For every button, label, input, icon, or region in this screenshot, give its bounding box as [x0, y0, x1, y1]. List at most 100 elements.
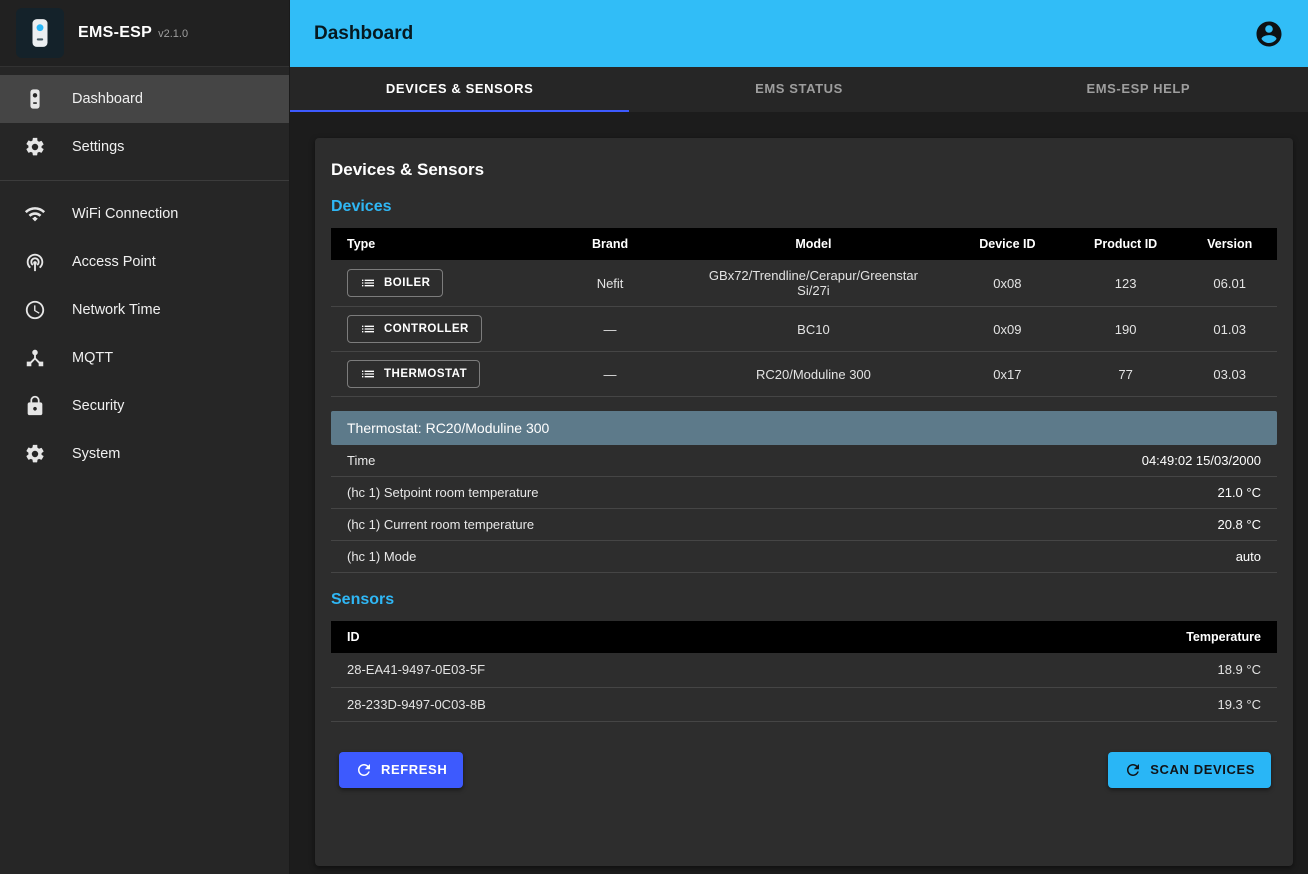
- clock-icon: [24, 299, 46, 321]
- refresh-icon: [355, 761, 373, 779]
- scan-devices-button-label: SCAN DEVICES: [1150, 762, 1255, 777]
- device-type-label: CONTROLLER: [384, 323, 469, 335]
- col-header-device-id: Device ID: [946, 228, 1069, 260]
- card-title: Devices & Sensors: [331, 160, 1277, 180]
- detail-label: (hc 1) Current room temperature: [347, 517, 534, 532]
- gear-icon: [24, 136, 46, 158]
- device-id: 0x08: [946, 260, 1069, 307]
- tab-devices-sensors[interactable]: DEVICES & SENSORS: [290, 67, 629, 112]
- sidebar-item-wifi-connection[interactable]: WiFi Connection: [0, 190, 289, 238]
- detail-value: 04:49:02 15/03/2000: [1142, 453, 1261, 468]
- app-title: EMS-ESP: [78, 24, 152, 41]
- devices-sensors-card: Devices & Sensors Devices Type Brand Mod…: [315, 138, 1293, 866]
- content-column: Dashboard DEVICES & SENSORS EMS STATUS E…: [290, 0, 1308, 874]
- sidebar-item-mqtt[interactable]: MQTT: [0, 334, 289, 382]
- col-header-product-id: Product ID: [1069, 228, 1183, 260]
- sidebar-item-access-point[interactable]: Access Point: [0, 238, 289, 286]
- app-title-block: EMS-ESP v2.1.0: [78, 24, 188, 42]
- sidebar-item-label: MQTT: [72, 350, 113, 366]
- actions-bar: REFRESH SCAN DEVICES: [331, 752, 1277, 788]
- table-row: BOILER Nefit GBx72/Trendline/Cerapur/Gre…: [331, 260, 1277, 307]
- sensors-heading: Sensors: [331, 591, 1277, 609]
- sensor-id: 28-EA41-9497-0E03-5F: [331, 653, 913, 687]
- sidebar-item-label: Access Point: [72, 254, 156, 270]
- col-header-type: Type: [331, 228, 539, 260]
- account-circle-icon: [1254, 19, 1284, 49]
- device-model: RC20/Moduline 300: [681, 352, 946, 397]
- gear-icon: [24, 443, 46, 465]
- device-type-button-controller[interactable]: CONTROLLER: [347, 315, 482, 343]
- devices-heading: Devices: [331, 198, 1277, 216]
- device-model: GBx72/Trendline/Cerapur/Greenstar Si/27i: [681, 260, 946, 307]
- tab-ems-status[interactable]: EMS STATUS: [629, 67, 968, 112]
- sidebar-item-system[interactable]: System: [0, 430, 289, 478]
- detail-value: auto: [1236, 549, 1261, 564]
- col-header-temperature: Temperature: [913, 621, 1277, 653]
- col-header-sensor-id: ID: [331, 621, 913, 653]
- device-model: BC10: [681, 307, 946, 352]
- sidebar: EMS-ESP v2.1.0 Dashboard Settings WiFi Co…: [0, 0, 290, 874]
- detail-value: 21.0 °C: [1217, 485, 1261, 500]
- device-type-button-boiler[interactable]: BOILER: [347, 269, 443, 297]
- refresh-icon: [1124, 761, 1142, 779]
- app-root: EMS-ESP v2.1.0 Dashboard Settings WiFi Co…: [0, 0, 1308, 874]
- sidebar-nav: Dashboard Settings WiFi Connection Acces…: [0, 67, 289, 478]
- device-brand: —: [539, 307, 681, 352]
- device-type-label: THERMOSTAT: [384, 368, 467, 380]
- device-version: 01.03: [1182, 307, 1277, 352]
- sensor-id: 28-233D-9497-0C03-8B: [331, 687, 913, 721]
- page-body: Devices & Sensors Devices Type Brand Mod…: [290, 112, 1308, 874]
- sidebar-item-label: Settings: [72, 139, 124, 155]
- appbar: Dashboard: [290, 0, 1308, 67]
- product-id: 190: [1069, 307, 1183, 352]
- app-version: v2.1.0: [158, 28, 188, 40]
- sensor-temperature: 18.9 °C: [913, 653, 1277, 687]
- scan-devices-button[interactable]: SCAN DEVICES: [1108, 752, 1271, 788]
- detail-label: (hc 1) Setpoint room temperature: [347, 485, 538, 500]
- refresh-button[interactable]: REFRESH: [339, 752, 463, 788]
- detail-label: Time: [347, 453, 375, 468]
- device-type-label: BOILER: [384, 277, 430, 289]
- list-icon: [360, 366, 376, 382]
- sidebar-item-settings[interactable]: Settings: [0, 123, 289, 171]
- tabbar: DEVICES & SENSORS EMS STATUS EMS-ESP HEL…: [290, 67, 1308, 112]
- col-header-brand: Brand: [539, 228, 681, 260]
- device-version: 03.03: [1182, 352, 1277, 397]
- wifi-icon: [24, 203, 46, 225]
- sidebar-item-network-time[interactable]: Network Time: [0, 286, 289, 334]
- sidebar-item-dashboard[interactable]: Dashboard: [0, 75, 289, 123]
- list-icon: [360, 321, 376, 337]
- sidebar-item-label: Security: [72, 398, 124, 414]
- device-version: 06.01: [1182, 260, 1277, 307]
- sidebar-item-label: Network Time: [72, 302, 161, 318]
- sensor-temperature: 19.3 °C: [913, 687, 1277, 721]
- device-detail-header: Thermostat: RC20/Moduline 300: [331, 411, 1277, 445]
- table-row: CONTROLLER — BC10 0x09 190 01.03: [331, 307, 1277, 352]
- device-detail-list: Time 04:49:02 15/03/2000 (hc 1) Setpoint…: [331, 445, 1277, 573]
- lock-icon: [24, 395, 46, 417]
- detail-label: (hc 1) Mode: [347, 549, 416, 564]
- ems-esp-logo: [16, 8, 64, 58]
- table-row: THERMOSTAT — RC20/Moduline 300 0x17 77 0…: [331, 352, 1277, 397]
- col-header-version: Version: [1182, 228, 1277, 260]
- tab-ems-esp-help[interactable]: EMS-ESP HELP: [969, 67, 1308, 112]
- device-brand: Nefit: [539, 260, 681, 307]
- table-row: 28-233D-9497-0C03-8B 19.3 °C: [331, 687, 1277, 721]
- list-item: (hc 1) Current room temperature 20.8 °C: [331, 509, 1277, 541]
- devices-table: Type Brand Model Device ID Product ID Ve…: [331, 228, 1277, 397]
- sidebar-item-security[interactable]: Security: [0, 382, 289, 430]
- table-row: 28-EA41-9497-0E03-5F 18.9 °C: [331, 653, 1277, 687]
- list-item: Time 04:49:02 15/03/2000: [331, 445, 1277, 477]
- list-icon: [360, 275, 376, 291]
- page-title: Dashboard: [314, 23, 413, 45]
- device-hub-icon: [24, 347, 46, 369]
- list-item: (hc 1) Mode auto: [331, 541, 1277, 573]
- sidebar-item-label: System: [72, 446, 120, 462]
- devices-table-header: Type Brand Model Device ID Product ID Ve…: [331, 228, 1277, 260]
- sidebar-item-label: Dashboard: [72, 91, 143, 107]
- account-button[interactable]: [1250, 15, 1288, 53]
- refresh-button-label: REFRESH: [381, 762, 447, 777]
- device-type-button-thermostat[interactable]: THERMOSTAT: [347, 360, 480, 388]
- sidebar-divider: [0, 180, 289, 181]
- device-brand: —: [539, 352, 681, 397]
